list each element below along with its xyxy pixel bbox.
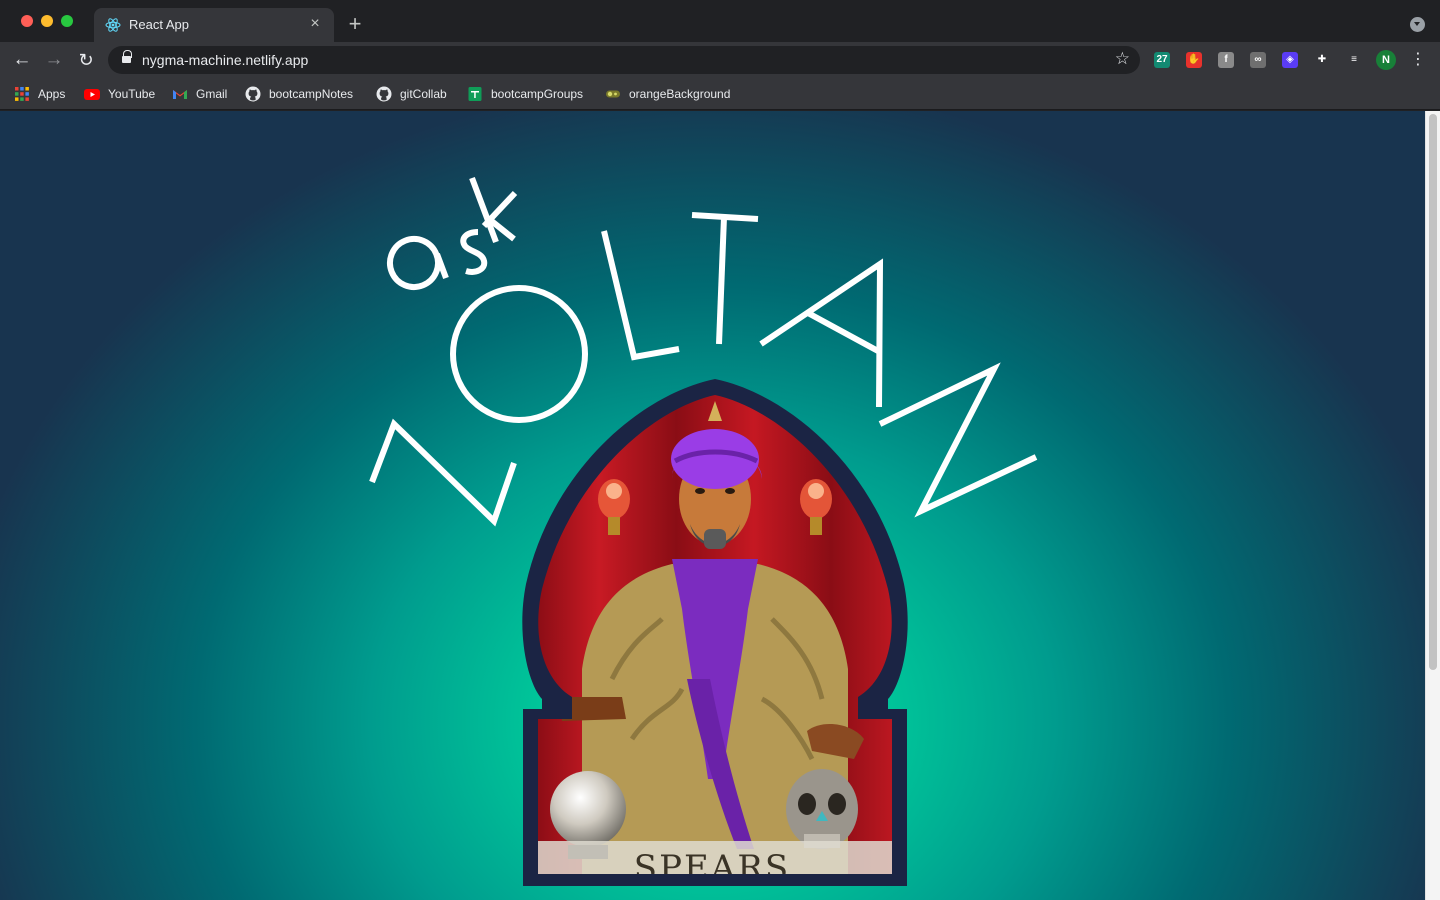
browser-menu-icon[interactable]: ⋮ <box>1410 50 1426 70</box>
purple-extension-icon[interactable]: ◈ <box>1282 52 1298 68</box>
bookmark-gmail[interactable]: Gmail <box>172 84 227 104</box>
scrollbar-thumb[interactable] <box>1429 114 1437 670</box>
browser-toolbar: ← → ↻ nygma-machine.netlify.app ☆ 27 ✋ f ∞ ◈… <box>0 42 1440 78</box>
crystal-ball <box>550 771 626 847</box>
calendar-27-extension-icon[interactable]: 27 <box>1154 52 1170 68</box>
window-close-button[interactable] <box>21 15 33 27</box>
bookmark-orangebackground[interactable]: orangeBackground <box>605 84 730 104</box>
youtube-icon <box>84 89 100 100</box>
bookmark-label: YouTube <box>108 87 156 101</box>
bookmark-label: gitCollab <box>400 87 447 101</box>
address-bar-url[interactable]: nygma-machine.netlify.app <box>142 52 308 68</box>
reload-icon[interactable]: ↻ <box>75 49 97 71</box>
toggle-icon <box>606 90 620 98</box>
apps-grid-icon <box>15 87 29 101</box>
title-letter-z <box>369 418 517 527</box>
bookmarks-bar: Apps YouTube Gmail bootcampNotes gitColl… <box>0 78 1440 110</box>
github-icon <box>376 86 392 102</box>
profile-avatar[interactable]: N <box>1376 50 1396 70</box>
skull <box>786 769 858 849</box>
bookmark-apps[interactable]: Apps <box>14 84 65 104</box>
window-maximize-button[interactable] <box>61 15 73 27</box>
window-minimize-button[interactable] <box>41 15 53 27</box>
page-scrollbar[interactable] <box>1425 111 1440 900</box>
gmail-icon <box>173 90 187 99</box>
bookmark-label: Gmail <box>196 87 228 101</box>
title-ask <box>387 176 518 290</box>
react-logo-icon <box>105 18 121 32</box>
sheets-icon <box>468 87 482 101</box>
tab-title: React App <box>129 17 189 32</box>
tab-close-icon[interactable]: × <box>306 15 324 33</box>
page-viewport: SPEARS <box>0 111 1425 900</box>
address-bar[interactable]: nygma-machine.netlify.app ☆ <box>108 46 1140 74</box>
github-icon <box>245 86 261 102</box>
bookmark-label: bootcampNotes <box>269 87 354 101</box>
adblock-extension-icon[interactable]: ✋ <box>1186 52 1202 68</box>
lock-icon[interactable] <box>122 50 132 65</box>
puzzle-extensions-icon[interactable]: ✚ <box>1314 52 1330 68</box>
bookmark-gitcollab[interactable]: gitCollab <box>376 84 447 104</box>
title-letter-t <box>691 212 759 345</box>
bookmark-star-icon[interactable]: ☆ <box>1115 49 1130 69</box>
title-letter-l <box>601 230 680 361</box>
bookmark-label: orangeBackground <box>629 87 731 101</box>
window-title-bar: React App × + <box>0 0 1440 42</box>
tab-search-dropdown-icon[interactable] <box>1410 17 1425 32</box>
media-queue-icon[interactable]: ≡ <box>1346 52 1362 68</box>
bookmark-bootcampgroups[interactable]: bootcampGroups <box>467 84 583 104</box>
forward-arrow-icon[interactable]: → <box>43 49 65 71</box>
link-extension-icon[interactable]: ∞ <box>1250 52 1266 68</box>
browser-tab[interactable]: React App × <box>94 8 334 42</box>
new-tab-button[interactable]: + <box>344 13 366 35</box>
font-extension-icon[interactable]: f <box>1218 52 1234 68</box>
back-arrow-icon[interactable]: ← <box>11 49 33 71</box>
bookmark-label: Apps <box>38 87 66 101</box>
bookmark-bootcampnotes[interactable]: bootcampNotes <box>245 84 353 104</box>
bookmark-label: bootcampGroups <box>491 87 584 101</box>
zoltan-machine-illustration: SPEARS <box>522 379 908 886</box>
bookmark-youtube[interactable]: YouTube <box>84 84 155 104</box>
